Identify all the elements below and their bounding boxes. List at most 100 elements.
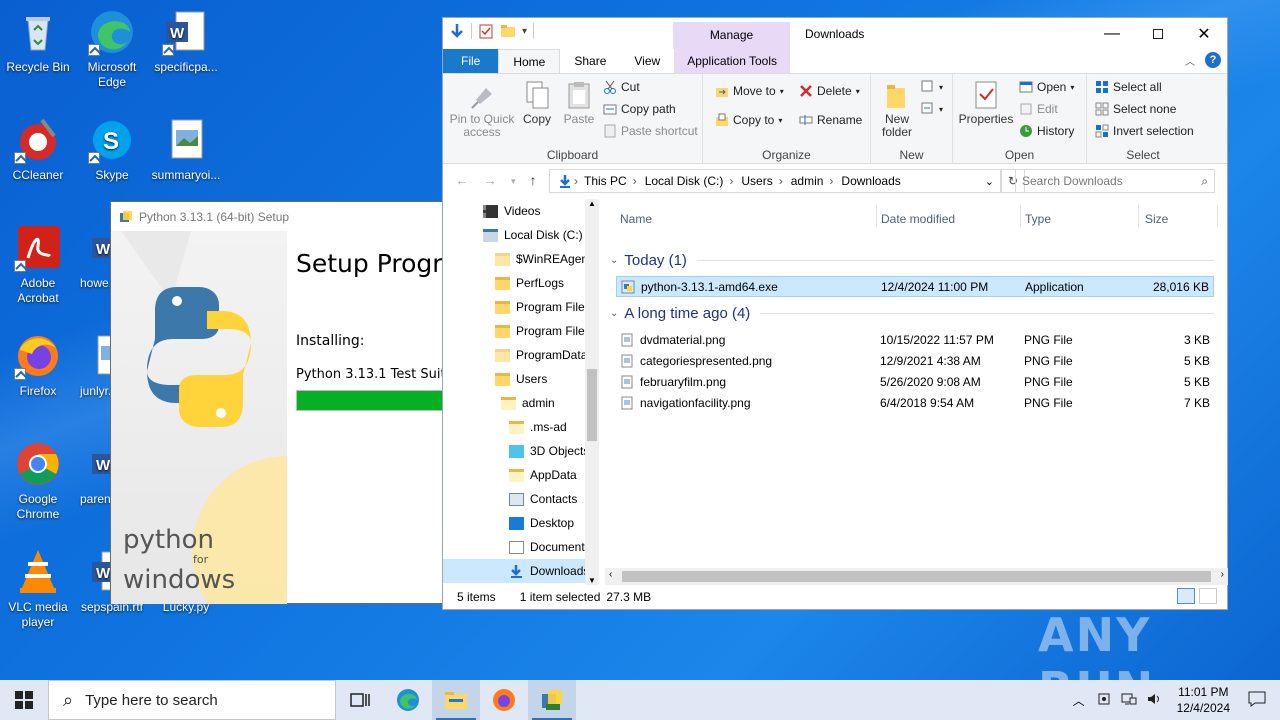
desktop-icon-howe[interactable]: W howe... [74,224,114,291]
column-header-type[interactable]: Type [1025,207,1051,231]
breadcrumb-this-pc[interactable]: This PC [584,174,627,188]
new-folder-icon[interactable] [500,23,516,39]
tab-home[interactable]: Home [498,49,561,73]
select-all-button[interactable]: Select all [1095,80,1162,94]
nav-item-contacts[interactable]: Contacts [509,487,577,511]
file-row[interactable]: python-3.13.1-amd64.exe 12/4/2024 11:00 … [616,276,1214,297]
group-header-today[interactable]: ⌄ Today (1) [610,252,1214,269]
file-row[interactable]: dvdmaterial.png 10/15/2022 11:57 PM PNG … [616,330,1214,351]
file-row[interactable]: navigationfacility.png 6/4/2018 9:54 AM … [616,393,1214,414]
collapse-ribbon-chevron-icon[interactable]: ︿ [1185,53,1195,68]
invert-selection-button[interactable]: Invert selection [1095,124,1194,138]
tab-view[interactable]: View [620,49,674,73]
show-hidden-icons-chevron-icon[interactable]: ︿ [1073,692,1085,709]
file-explorer-window[interactable]: ▾ Manage Downloads — ✕ File Home Share V… [442,17,1228,610]
up-arrow-icon[interactable]: ↑ [530,172,537,190]
search-box[interactable]: Search Downloads ⌕ [1015,169,1215,193]
scroll-left-arrow-icon[interactable]: ‹ [609,569,612,580]
properties-check-icon[interactable] [478,23,494,39]
select-none-button[interactable]: Select none [1095,102,1176,116]
nav-item-winreagent[interactable]: $WinREAgent [495,247,591,271]
maximize-button[interactable] [1135,18,1181,49]
notifications-icon[interactable] [1248,691,1266,710]
desktop-icon-specificpa[interactable]: W specificpa... [148,8,224,75]
volume-icon[interactable] [1147,692,1163,709]
pin-to-quick-access-button[interactable]: Pin to Quick access [449,80,515,139]
minimize-button[interactable]: — [1089,18,1135,49]
taskbar-python-setup[interactable] [528,680,576,720]
breadcrumb-downloads[interactable]: Downloads [841,174,900,188]
desktop-icon-chrome[interactable]: Google Chrome [0,440,76,522]
nav-scroll-thumb[interactable] [587,369,597,441]
paste-shortcut-button[interactable]: Paste shortcut [603,124,698,138]
large-icons-view-button[interactable] [1199,588,1217,604]
python-setup-window[interactable]: Python 3.13.1 (64-bit) Setup python for … [110,201,450,604]
tab-file[interactable]: File [443,49,499,73]
nav-item-documents[interactable]: Documents [509,535,591,559]
delete-button[interactable]: Delete ▾ [799,84,860,98]
desktop-icon-ccleaner[interactable]: CCleaner [0,116,76,183]
desktop-icon-parent[interactable]: W parent... [74,440,114,507]
setup-title-bar[interactable]: Python 3.13.1 (64-bit) Setup [111,202,449,231]
tab-application-tools[interactable]: Application Tools [674,49,791,73]
easy-access-button[interactable]: ▾ [921,102,943,116]
desktop-icon-vlc[interactable]: VLC media player [0,548,76,630]
tab-share[interactable]: Share [560,49,620,73]
back-arrow-icon[interactable]: ← [455,172,469,190]
nav-item-local-disk[interactable]: Local Disk (C:) [483,223,583,247]
paste-button[interactable]: Paste [559,80,599,126]
nav-item-3d-objects[interactable]: 3D Objects [509,439,589,463]
close-button[interactable]: ✕ [1181,18,1227,49]
nav-item-programdata[interactable]: ProgramData [495,343,587,367]
nav-item-videos[interactable]: Videos [483,199,540,223]
recent-locations-chevron-icon[interactable]: ▾ [511,172,516,190]
nav-item-appdata[interactable]: AppData [509,463,577,487]
nav-item-perflogs[interactable]: PerfLogs [495,271,564,295]
new-folder-button[interactable]: New folder [877,80,917,139]
network-device-icon[interactable] [1097,692,1111,709]
taskbar-search-box[interactable]: ⌕ Type here to search [48,680,336,720]
desktop-icon-junlyr[interactable]: junlyr... [74,332,114,399]
explorer-title-bar[interactable]: ▾ Manage Downloads — ✕ [443,18,1227,49]
network-icon[interactable] [1121,692,1137,709]
details-view-button[interactable] [1177,588,1195,604]
copy-button[interactable]: Copy [517,80,557,126]
help-icon[interactable]: ? [1205,52,1221,68]
move-to-button[interactable]: Move to ▾ [715,84,784,98]
breadcrumb-local-disk[interactable]: Local Disk (C:) [645,174,724,188]
copy-to-button[interactable]: Copy to ▾ [715,113,782,127]
desktop-icon-firefox[interactable]: Firefox [0,332,76,399]
desktop-icon-recycle-bin[interactable]: Recycle Bin [0,8,76,75]
forward-arrow-icon[interactable]: → [483,172,497,190]
nav-item-program-files[interactable]: Program Files [495,295,591,319]
address-bar[interactable]: › This PC › Local Disk (C:) › Users › admin… [549,169,1001,193]
horizontal-scroll-thumb[interactable] [622,571,1211,582]
manage-context-tab[interactable]: Manage [673,22,790,49]
down-arrow-icon[interactable] [449,23,465,39]
nav-item-admin[interactable]: admin [501,391,555,415]
taskbar-file-explorer[interactable] [432,680,480,720]
taskbar-firefox[interactable] [480,680,528,720]
scroll-right-arrow-icon[interactable]: › [1221,569,1224,580]
breadcrumb-users[interactable]: Users [741,174,772,188]
file-row[interactable]: categoriespresented.png 12/9/2021 4:38 A… [616,351,1214,372]
copy-path-button[interactable]: Copy path [603,102,676,116]
nav-item-users[interactable]: Users [495,367,547,391]
nav-item-program-files-x86[interactable]: Program Files [495,319,591,343]
column-header-date-modified[interactable]: Date modified [881,207,955,231]
group-header-long-time-ago[interactable]: ⌄ A long time ago (4) [610,305,1214,322]
desktop-icon-summaryoi[interactable]: summaryoi... [148,116,224,183]
nav-item-ms-ad[interactable]: .ms-ad [509,415,567,439]
cut-button[interactable]: Cut [603,80,640,94]
history-button[interactable]: History [1019,124,1074,138]
nav-item-downloads[interactable]: Downloads [443,559,589,583]
customize-toolbar-chevron-icon[interactable]: ▾ [522,26,527,37]
desktop-icon-edge[interactable]: Microsoft Edge [74,8,150,90]
nav-pane-scrollbar[interactable]: ▲ ▼ [585,199,599,585]
taskbar-edge[interactable] [384,680,432,720]
edit-button[interactable]: Edit [1019,102,1058,116]
start-button[interactable] [0,680,48,720]
file-row[interactable]: februaryfilm.png 5/26/2020 9:08 AM PNG F… [616,372,1214,393]
nav-item-desktop[interactable]: Desktop [509,511,574,535]
address-dropdown-chevron-icon[interactable]: ⌄ [985,175,994,188]
